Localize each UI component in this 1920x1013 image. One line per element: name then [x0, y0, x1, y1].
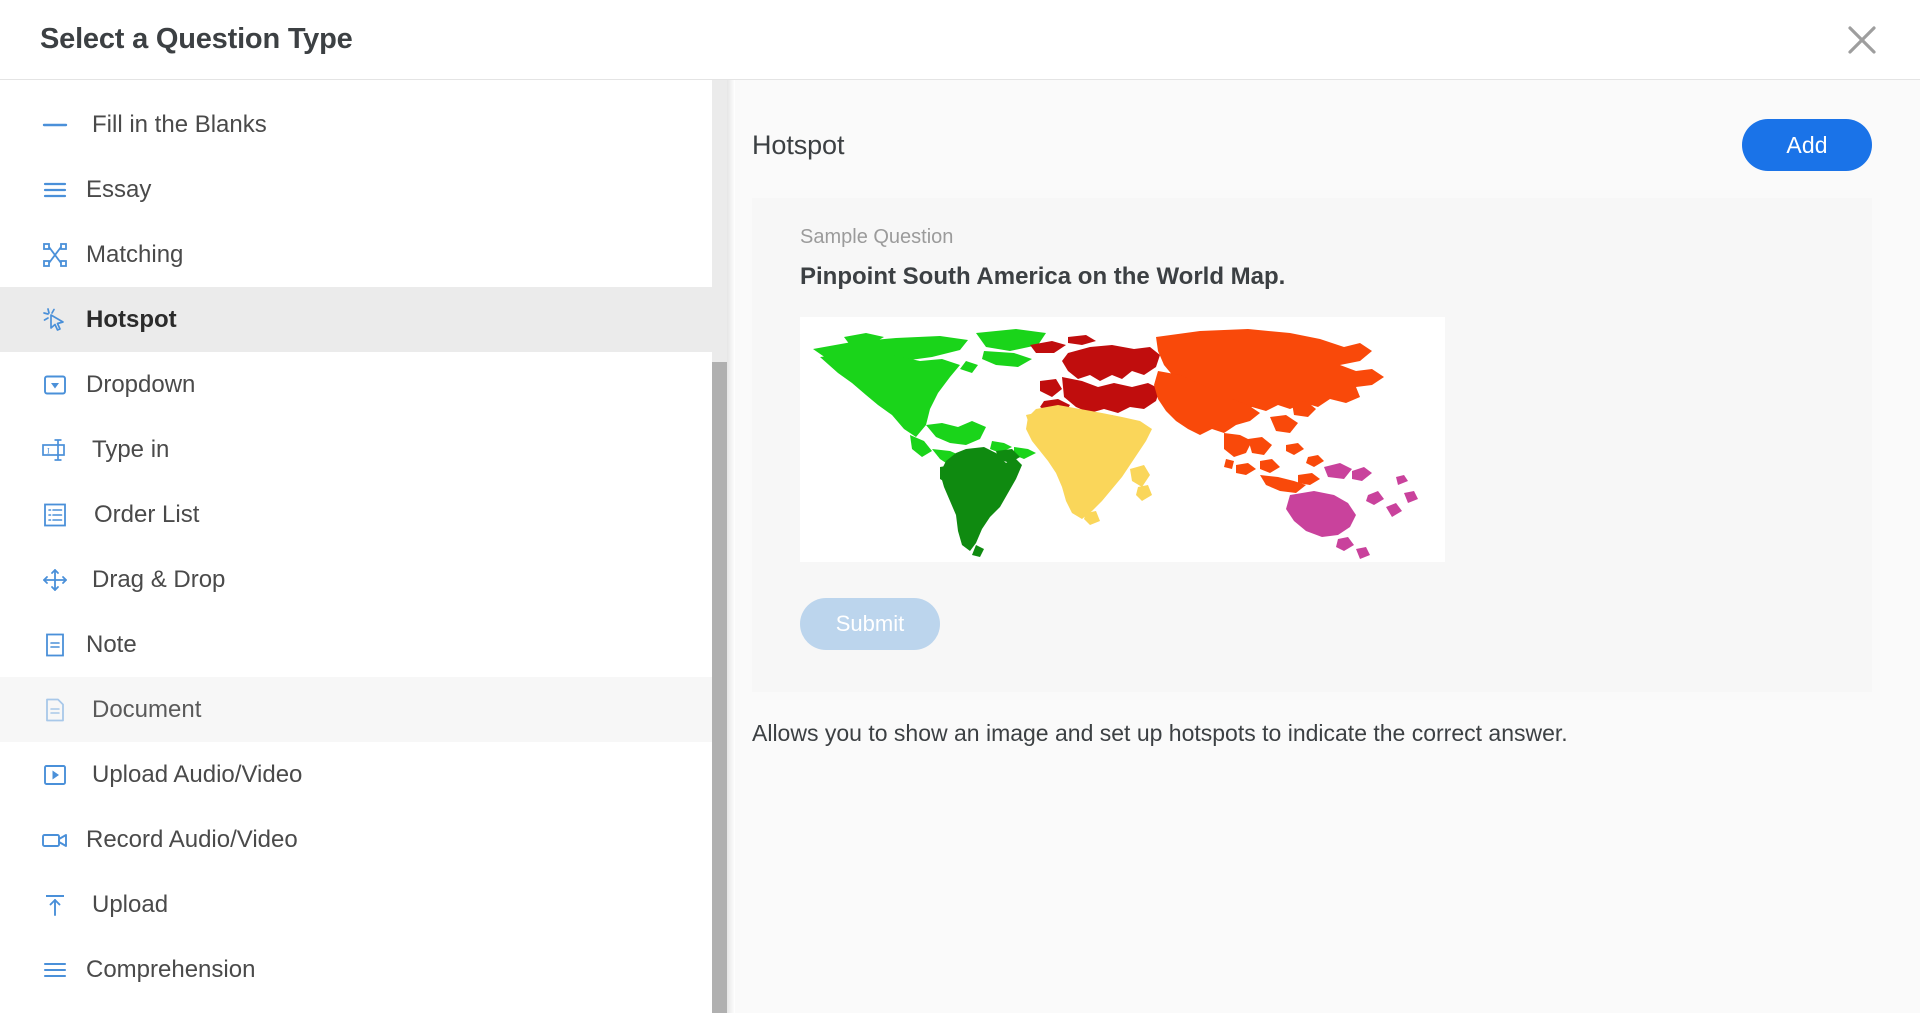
sidebar-item-label: Upload — [86, 891, 168, 919]
world-map-image[interactable] — [800, 317, 1445, 562]
sidebar-item-label: Fill in the Blanks — [86, 111, 267, 139]
sidebar-item-note[interactable]: Note — [0, 612, 712, 677]
sidebar-item-type-in[interactable]: I Type in — [0, 417, 712, 482]
matching-nodes-icon — [40, 242, 70, 268]
sidebar-item-upload-audio-video[interactable]: Upload Audio/Video — [0, 742, 712, 807]
sidebar-item-label: Drag & Drop — [86, 566, 225, 594]
selected-question-type-title: Hotspot — [752, 130, 844, 161]
sidebar-item-drag-and-drop[interactable]: Drag & Drop — [0, 547, 712, 612]
comprehension-lines-icon — [40, 957, 70, 983]
play-box-icon — [40, 762, 70, 788]
scrollbar-thumb[interactable] — [712, 362, 727, 1013]
question-type-sidebar: Fill in the Blanks Essay — [0, 80, 735, 1013]
preview-inner: Hotspot Add Sample Question Pinpoint Sou… — [752, 114, 1872, 747]
sidebar-item-fill-in-the-blanks[interactable]: Fill in the Blanks — [0, 92, 712, 157]
modal-header: Select a Question Type — [0, 0, 1920, 80]
sidebar-item-dropdown[interactable]: Dropdown — [0, 352, 712, 417]
text-field-icon: I — [40, 437, 70, 463]
sidebar-item-label: Type in — [86, 436, 169, 464]
sidebar-divider — [727, 80, 735, 1013]
add-button[interactable]: Add — [1742, 119, 1872, 171]
dropdown-caret-icon — [40, 372, 70, 398]
video-camera-icon — [40, 827, 70, 853]
sidebar-item-label: Record Audio/Video — [86, 826, 298, 854]
sidebar-item-label: Document — [86, 696, 201, 724]
lines-icon — [40, 177, 70, 203]
note-icon — [40, 632, 70, 658]
sidebar-item-order-list[interactable]: Order List — [0, 482, 712, 547]
dash-icon — [40, 112, 70, 138]
preview-panel: Hotspot Add Sample Question Pinpoint Sou… — [735, 80, 1920, 1013]
sidebar-item-comprehension[interactable]: Comprehension — [0, 937, 712, 1002]
sidebar-item-upload[interactable]: Upload — [0, 872, 712, 937]
question-type-description: Allows you to show an image and set up h… — [752, 720, 1872, 747]
sidebar-item-label: Note — [86, 631, 137, 659]
sidebar-scrollbar[interactable] — [712, 80, 727, 1013]
close-button[interactable] — [1836, 14, 1888, 66]
sidebar-item-document[interactable]: Document — [0, 677, 712, 742]
sidebar-item-label: Comprehension — [86, 956, 255, 984]
cursor-click-icon — [40, 307, 70, 333]
sidebar-item-matching[interactable]: Matching — [0, 222, 712, 287]
sample-question-label: Sample Question — [800, 226, 1872, 249]
scrollbar-track[interactable] — [712, 80, 727, 362]
modal-body: Fill in the Blanks Essay — [0, 80, 1920, 1013]
upload-arrow-icon — [40, 892, 70, 918]
page-title: Select a Question Type — [40, 23, 353, 56]
move-arrows-icon — [40, 567, 70, 593]
close-icon — [1843, 21, 1881, 59]
svg-text:I: I — [47, 446, 50, 455]
sidebar-item-label: Order List — [86, 501, 199, 529]
sidebar-item-label: Hotspot — [86, 306, 177, 334]
ordered-list-icon — [40, 502, 70, 528]
sidebar-item-essay[interactable]: Essay — [0, 157, 712, 222]
sidebar-item-hotspot[interactable]: Hotspot — [0, 287, 712, 352]
sidebar-item-label: Upload Audio/Video — [86, 761, 302, 789]
question-type-list: Fill in the Blanks Essay — [0, 80, 712, 1002]
sidebar-item-label: Dropdown — [86, 371, 195, 399]
sample-question-text: Pinpoint South America on the World Map. — [800, 263, 1872, 291]
preview-header-row: Hotspot Add — [752, 114, 1872, 176]
document-icon — [40, 697, 70, 723]
sidebar-item-record-audio-video[interactable]: Record Audio/Video — [0, 807, 712, 872]
sidebar-item-label: Essay — [86, 176, 151, 204]
sample-question-card: Sample Question Pinpoint South America o… — [752, 198, 1872, 692]
question-type-modal: Select a Question Type Fill in the Blank… — [0, 0, 1920, 1013]
submit-button[interactable]: Submit — [800, 598, 940, 650]
sidebar-item-label: Matching — [86, 241, 183, 269]
